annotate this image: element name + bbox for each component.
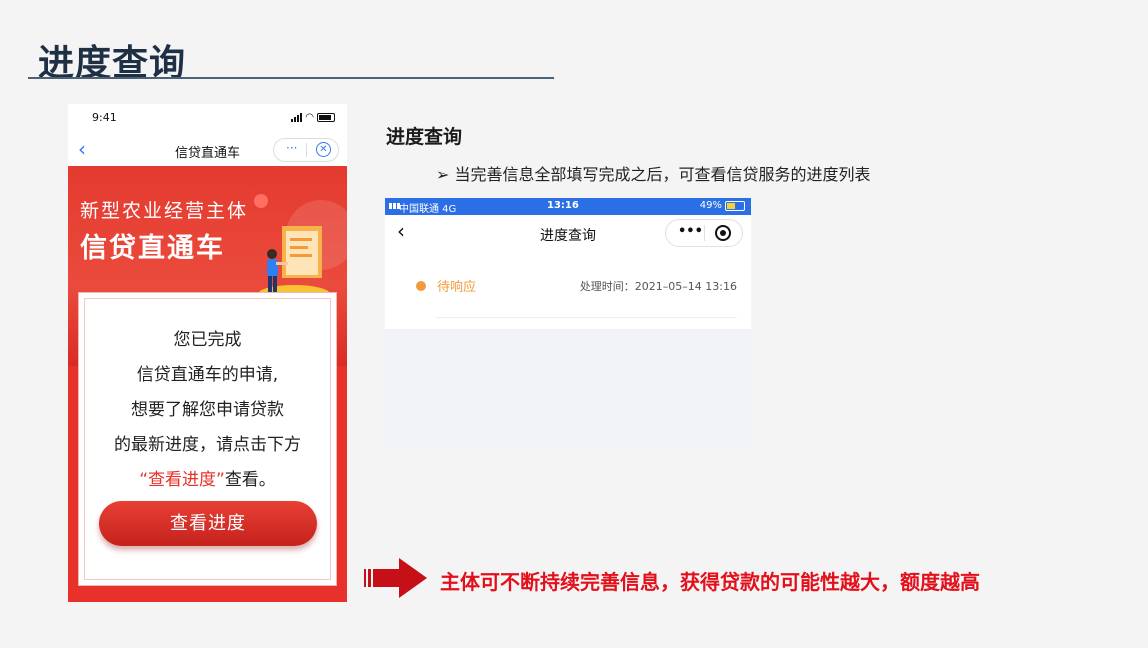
- process-time: 处理时间：2021–05–14 13:16: [579, 280, 737, 293]
- status-badge[interactable]: 待响应: [437, 276, 476, 295]
- bottom-highlight-text: 主体可不断持续完善信息，获得贷款的可能性越大，额度越高: [440, 570, 980, 594]
- nav-bar: ‹ 进度查询 •••: [385, 215, 751, 251]
- status-time: 9:41: [92, 111, 117, 124]
- status-bar: 9:41 ◠: [68, 104, 347, 132]
- status-bar: 中国联通 4G 13:16 49%: [385, 198, 751, 215]
- view-progress-button[interactable]: 查看进度: [99, 501, 317, 546]
- card-line: 想要了解您申请贷款: [131, 400, 284, 420]
- status-dot-icon: [416, 281, 426, 291]
- title-underline: [28, 77, 554, 79]
- battery-icon: [725, 200, 745, 211]
- battery-percent: 49%: [699, 200, 722, 211]
- section-bullet: ➢ 当完善信息全部填写完成之后，可查看信贷服务的进度列表: [436, 165, 871, 184]
- card-line: 您已完成: [173, 330, 242, 350]
- status-time: 13:16: [547, 200, 579, 211]
- card-message: 您已完成 信贷直通车的申请, 想要了解您申请贷款 的最新进度，请点击下方 “查看…: [79, 323, 336, 498]
- carrier-label: 中国联通 4G: [399, 204, 457, 215]
- status-icons: ◠: [291, 112, 335, 123]
- list-divider: [435, 317, 737, 318]
- more-button[interactable]: ···: [286, 141, 297, 155]
- mini-program-capsule: ··· ✕: [273, 138, 339, 162]
- card-line-rest: 查看。: [224, 470, 276, 490]
- card-line: 的最新进度，请点击下方: [114, 435, 301, 455]
- phone-screenshot-progress: 中国联通 4G 13:16 49% ‹ 进度查询 ••• 待响应 处理时间：20…: [385, 198, 751, 451]
- signal-icon: [291, 113, 303, 122]
- banner-subtitle: 新型农业经营主体: [80, 200, 249, 222]
- battery-icon: [317, 113, 335, 122]
- progress-list: 待响应 处理时间：2021–05–14 13:16: [385, 251, 751, 329]
- decor-dot: [254, 194, 268, 208]
- right-arrow-icon: [364, 558, 427, 598]
- card-line: 信贷直通车的申请,: [136, 365, 279, 385]
- capsule-divider: [306, 143, 307, 157]
- record-icon[interactable]: [715, 225, 731, 241]
- capsule-divider: [704, 225, 705, 241]
- close-icon[interactable]: ✕: [316, 142, 331, 157]
- nav-bar: ‹ 信贷直通车 ··· ✕: [68, 132, 347, 166]
- card-line: “查看进度”查看。: [79, 463, 336, 498]
- phone-screenshot-application: 9:41 ◠ ‹ 信贷直通车 ··· ✕ 新型农业经营主体 信贷直通车 您已完成…: [68, 104, 347, 602]
- more-button[interactable]: •••: [678, 224, 703, 239]
- wifi-icon: ◠: [305, 112, 314, 123]
- banner-title: 信贷直通车: [80, 233, 225, 264]
- battery-indicator: 49%: [700, 200, 745, 211]
- mini-program-capsule: •••: [665, 219, 743, 247]
- highlight-text: “查看进度”: [139, 470, 225, 490]
- section-title: 进度查询: [386, 126, 463, 148]
